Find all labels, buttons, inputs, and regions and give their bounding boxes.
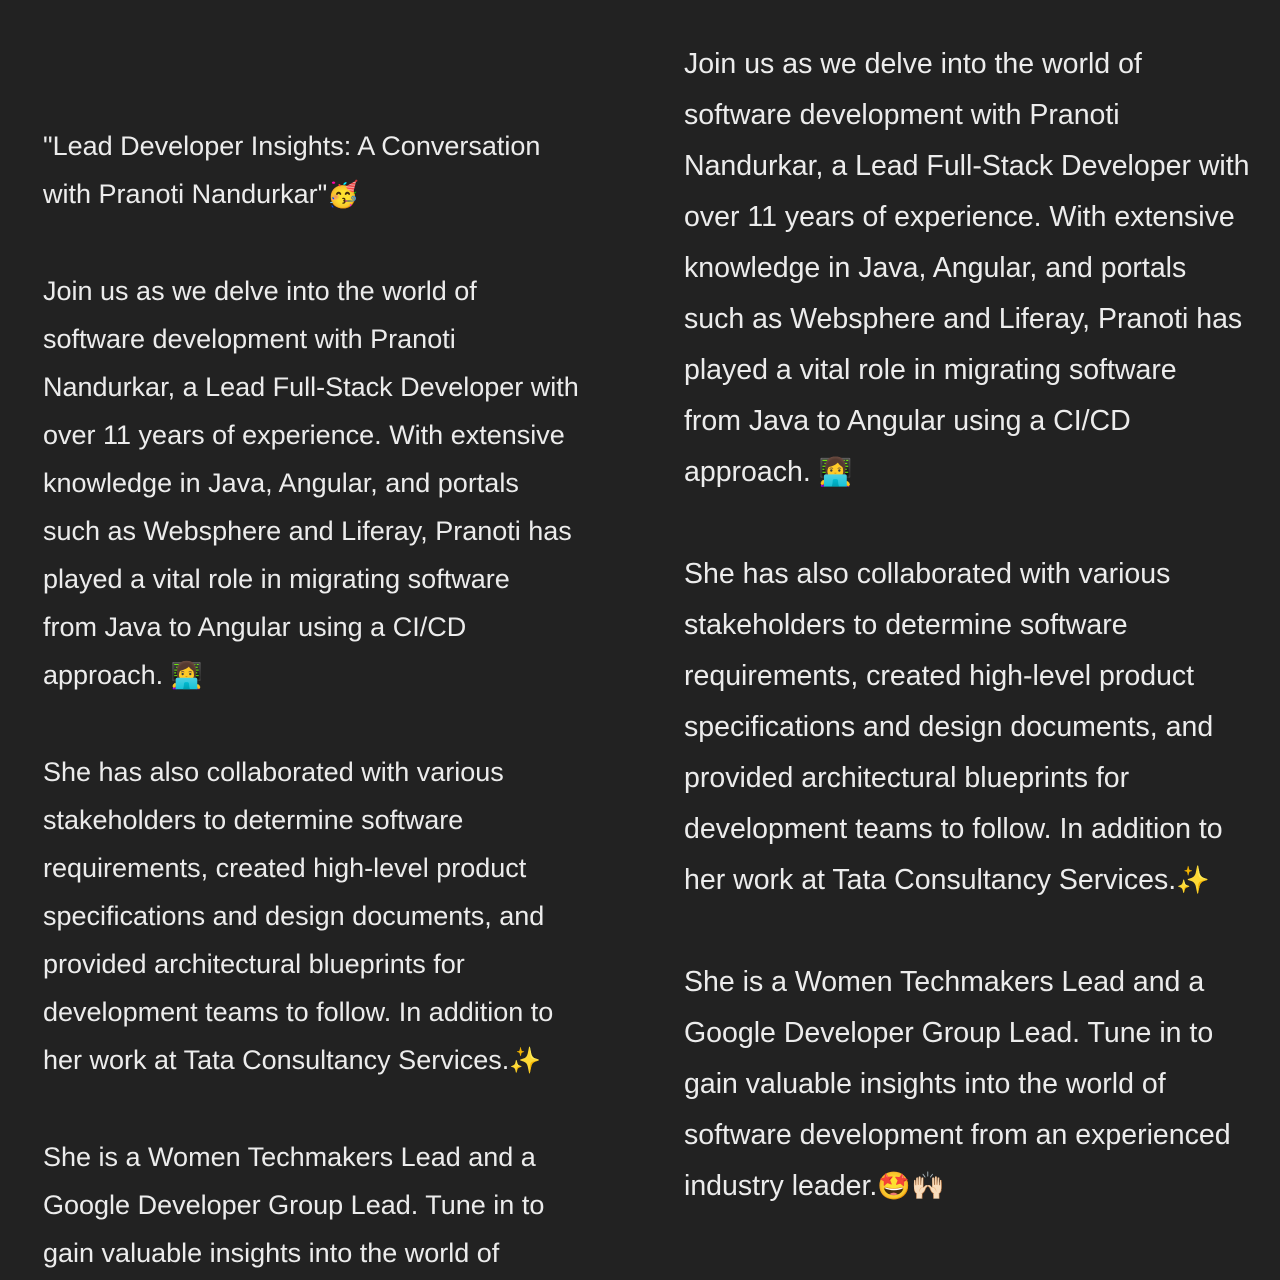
text-line: She is a Women Techmakers Lead and a — [43, 1142, 536, 1172]
text-line: development teams to follow. In addition… — [43, 997, 554, 1027]
text-line: specifications and design documents, and — [43, 901, 545, 931]
text-line: knowledge in Java, Angular, and portals — [684, 252, 1187, 284]
title-line: "Lead Developer Insights: A Conversation — [43, 131, 541, 161]
text-line: She has also collaborated with various — [43, 757, 504, 787]
text-line: her work at Tata Consultancy Services.✨ — [43, 1045, 542, 1076]
text-line: software development from an experienced — [684, 1119, 1231, 1151]
text-line: from Java to Angular using a CI/CD — [43, 612, 467, 642]
text-line: her work at Tata Consultancy Services.✨ — [684, 864, 1210, 896]
left-message-text: "Lead Developer Insights: A Conversation… — [43, 122, 603, 1277]
text-line: from Java to Angular using a CI/CD — [684, 405, 1131, 437]
text-line: Nandurkar, a Lead Full-Stack Developer w… — [43, 372, 579, 402]
text-line: Google Developer Group Lead. Tune in to — [684, 1017, 1214, 1049]
text-line: provided architectural blueprints for — [684, 762, 1130, 794]
text-line: Join us as we delve into the world of — [684, 48, 1142, 80]
left-screenshot-pane: "Lead Developer Insights: A Conversation… — [0, 0, 640, 1280]
text-line: requirements, created high-level product — [43, 853, 527, 883]
text-line: stakeholders to determine software — [43, 805, 464, 835]
text-line: software development with Pranoti — [43, 324, 456, 354]
text-line: knowledge in Java, Angular, and portals — [43, 468, 519, 498]
text-line: gain valuable insights into the world of — [43, 1238, 500, 1268]
text-line: such as Websphere and Liferay, Pranoti h… — [684, 303, 1243, 335]
text-line: approach. 👩‍💻 — [684, 456, 853, 488]
text-line: gain valuable insights into the world of — [684, 1068, 1166, 1100]
text-line: development teams to follow. In addition… — [684, 813, 1223, 845]
text-line: over 11 years of experience. With extens… — [43, 420, 565, 450]
sparkles-icon: ✨ — [509, 1046, 542, 1076]
text-line: Join us as we delve into the world of — [43, 276, 477, 306]
text-line: industry leader.🤩🙌🏻 — [684, 1170, 945, 1202]
text-line: She has also collaborated with various — [684, 558, 1171, 590]
partying-face-icon: 🥳 — [327, 180, 360, 210]
text-line: She is a Women Techmakers Lead and a — [684, 966, 1205, 998]
text-line: Nandurkar, a Lead Full-Stack Developer w… — [684, 150, 1250, 182]
text-line: over 11 years of experience. With extens… — [684, 201, 1235, 233]
text-line: such as Websphere and Liferay, Pranoti h… — [43, 516, 572, 546]
text-line: software development with Pranoti — [684, 99, 1120, 131]
star-struck-raising-hands-icon: 🤩🙌🏻 — [877, 1171, 945, 1202]
text-line: Google Developer Group Lead. Tune in to — [43, 1190, 545, 1220]
text-line: played a vital role in migrating softwar… — [43, 564, 510, 594]
text-line: stakeholders to determine software — [684, 609, 1128, 641]
title-line: with Pranoti Nandurkar"🥳 — [43, 179, 360, 210]
text-line: specifications and design documents, and — [684, 711, 1214, 743]
woman-technologist-icon: 👩‍💻 — [818, 457, 853, 488]
text-line: approach. 👩‍💻 — [43, 660, 203, 691]
sparkles-icon: ✨ — [1176, 865, 1210, 896]
text-line: requirements, created high-level product — [684, 660, 1195, 692]
text-line: provided architectural blueprints for — [43, 949, 465, 979]
right-message-text: Join us as we delve into the world of so… — [684, 39, 1274, 1212]
woman-technologist-icon: 👩‍💻 — [170, 661, 203, 691]
text-line: played a vital role in migrating softwar… — [684, 354, 1177, 386]
